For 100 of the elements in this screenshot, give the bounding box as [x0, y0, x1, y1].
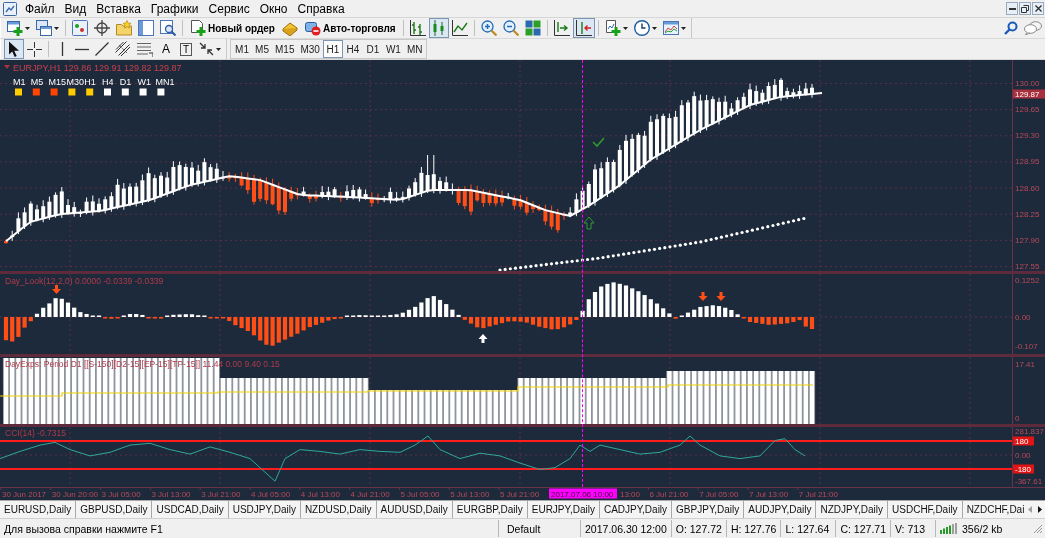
period-button[interactable]: H1: [322, 40, 343, 58]
time-label: 3 Jul 21:00: [201, 489, 241, 499]
chart-tab[interactable]: USDCAD,Daily: [152, 501, 229, 518]
bar-time: 2017.06.30 12:00: [585, 522, 667, 535]
folder-star-icon: [116, 20, 132, 36]
window-plus-icon: [7, 20, 23, 36]
price-label: 130.00: [1015, 79, 1040, 88]
tile-windows-icon: [524, 20, 541, 36]
level-label: -180: [1013, 464, 1034, 474]
close-button[interactable]: [1032, 2, 1044, 15]
trendline-icon: [95, 42, 109, 56]
chart-tab[interactable]: AUDJPY,Daily: [744, 501, 817, 518]
axis-label: 0.1252: [1015, 275, 1040, 285]
zoom-out-icon: [502, 20, 519, 36]
axis-label: 0.00: [1015, 312, 1031, 322]
market-watch-button[interactable]: [69, 18, 91, 38]
time-label: 30 Jun 2017: [2, 489, 47, 499]
axis-label: -367.61: [1015, 476, 1043, 486]
axis-label: 0.00: [1015, 450, 1031, 460]
menu-item[interactable]: Вставка: [91, 0, 146, 17]
minimize-icon: [1008, 7, 1016, 10]
profiles-button[interactable]: [33, 18, 62, 38]
arrows-icon: [199, 42, 214, 56]
chart-tab[interactable]: NZDJPY,Daily: [816, 501, 889, 518]
up-arrow-icon: [583, 216, 595, 230]
price-label: 128.60: [1015, 183, 1040, 193]
auto-trading-button[interactable]: Авто-торговля: [300, 18, 400, 38]
chart-tab[interactable]: AUDUSD,Daily: [376, 501, 453, 518]
window-plus-icon: [604, 20, 621, 36]
chart-tab[interactable]: USDJPY,Daily: [228, 501, 301, 518]
crosshair-icon: [94, 20, 110, 36]
magnifier-window-icon: [160, 20, 176, 36]
chart-tab[interactable]: NZDCHF,Dai: [962, 501, 1025, 518]
low-price: L: 127.64: [785, 522, 830, 535]
period-button[interactable]: M5: [252, 40, 272, 58]
timeframe-label: M1: [13, 76, 26, 87]
time-label: 4 Jul 13:00: [300, 489, 340, 499]
chart-tab[interactable]: EURUSD,Daily: [0, 501, 77, 518]
text-label-button[interactable]: T: [176, 39, 196, 59]
candlestick-chart-button[interactable]: [428, 18, 449, 38]
time-label: 13:00: [620, 489, 641, 499]
price-label: 127.90: [1015, 235, 1040, 245]
menu-item[interactable]: Файл: [20, 0, 60, 17]
chart-tab[interactable]: EURGBP,Daily: [452, 501, 528, 518]
cursor-time-label: 2017.07.06 10:00: [549, 488, 617, 499]
timeframe-label: M30: [66, 76, 84, 87]
price-label: 129.30: [1015, 131, 1040, 141]
text-tool-button[interactable]: A: [156, 39, 176, 59]
indicator-label: Day_Look(12,2,0) 0.0000 -0.0339 -0.0339: [5, 276, 164, 286]
time-label: 7 Jul 13:00: [749, 489, 789, 499]
chart-tab[interactable]: CADJPY,Daily: [599, 501, 673, 518]
chart-tab[interactable]: EURJPY,Daily: [527, 501, 600, 518]
time-label: 5 Jul 21:00: [500, 489, 540, 499]
new-order-button[interactable]: Новый ордер: [186, 18, 279, 38]
stop-badge-icon: [304, 20, 321, 36]
period-button[interactable]: M1: [232, 40, 252, 58]
help-hint: Для вызова справки нажмите F1: [4, 522, 163, 535]
timeframe-label: D1: [119, 76, 132, 87]
open-price: O: 127.72: [675, 522, 722, 535]
restore-button[interactable]: [1019, 2, 1031, 15]
menu-item[interactable]: Справка: [292, 0, 350, 17]
down-arrow-icon: [52, 285, 61, 294]
terminal-button[interactable]: [135, 18, 157, 38]
menu-item[interactable]: Вид: [59, 0, 92, 17]
cursor-button[interactable]: [4, 39, 24, 59]
crosshair-icon: [27, 41, 42, 57]
data-window-button[interactable]: [91, 18, 113, 38]
period-button[interactable]: M15: [272, 40, 298, 58]
search-icon: [1004, 21, 1018, 35]
chart-tab[interactable]: GBPJPY,Daily: [672, 501, 745, 518]
time-label: 7 Jul 05:00: [699, 489, 739, 499]
period-button[interactable]: M30: [297, 40, 323, 58]
strategy-tester-button[interactable]: [157, 18, 179, 38]
period-button[interactable]: D1: [362, 40, 383, 58]
menu-item[interactable]: Окно: [254, 0, 293, 17]
scroll-end-icon: [553, 20, 570, 36]
menu-item[interactable]: Графики: [145, 0, 204, 17]
period-button[interactable]: H4: [342, 40, 363, 58]
timeframe-label: H4: [102, 76, 114, 87]
price-label: 128.25: [1015, 209, 1040, 219]
windows-icon: [36, 20, 52, 36]
chat-icon: [1024, 21, 1042, 35]
menu-item[interactable]: Сервис: [203, 0, 255, 17]
caret-icon: [651, 26, 657, 30]
chart-tab[interactable]: USDCHF,Daily: [888, 501, 963, 518]
minimize-button[interactable]: [1006, 2, 1018, 15]
crosshair-button[interactable]: [24, 39, 45, 59]
chart-tab[interactable]: NZDUSD,Daily: [300, 501, 377, 518]
channel-icon: [115, 41, 131, 57]
chart-shift-button[interactable]: [572, 18, 595, 38]
chart-tab[interactable]: GBPUSD,Daily: [76, 501, 153, 518]
period-button[interactable]: MN: [403, 40, 426, 58]
resize-grip-icon[interactable]: [1033, 523, 1043, 534]
new-chart-button[interactable]: [4, 18, 33, 38]
caret-icon: [216, 47, 221, 51]
fibonacci-icon: [137, 41, 153, 57]
line-chart-icon: [451, 20, 468, 36]
up-arrow-icon: [478, 334, 488, 343]
chart-template-icon: [662, 20, 679, 36]
period-button[interactable]: W1: [382, 40, 404, 58]
